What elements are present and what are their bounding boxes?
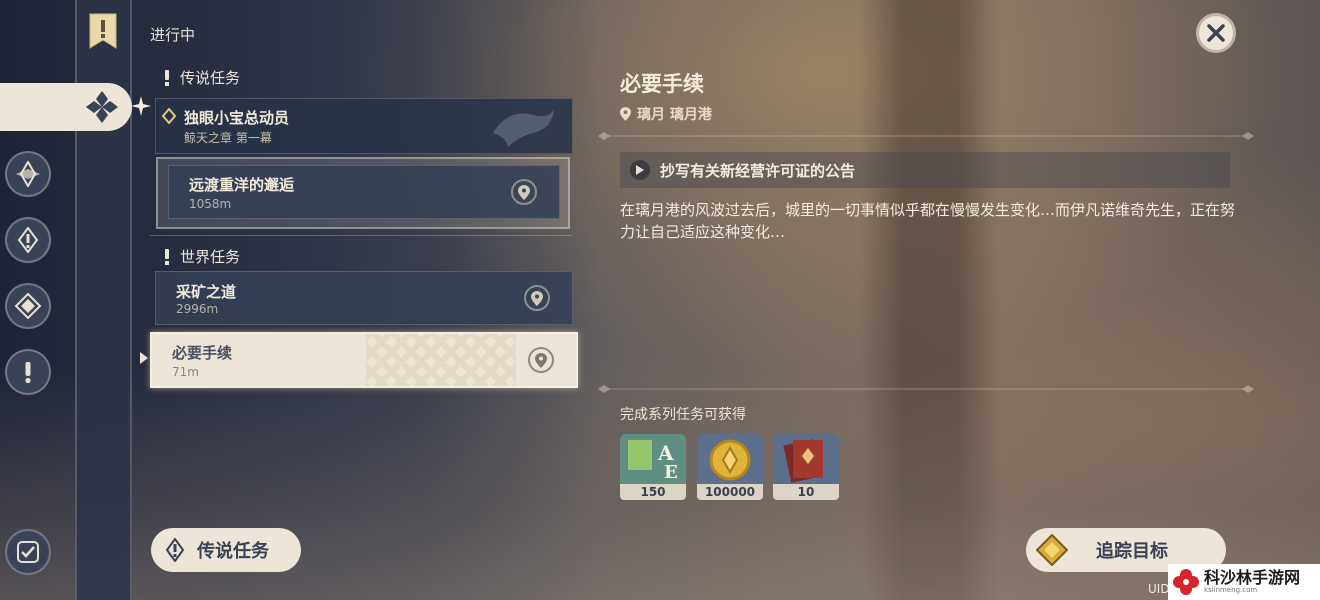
section-divider — [150, 235, 572, 236]
legend-diamond-icon — [162, 108, 176, 124]
adventure-exp-icon: A E — [620, 434, 686, 484]
whale-emblem-icon — [493, 109, 554, 147]
completed-history-icon — [17, 541, 39, 563]
selection-arrow-icon — [140, 352, 148, 364]
story-quest-icon — [17, 227, 39, 253]
world-quest-card-selected[interactable]: 必要手续 71m — [150, 332, 578, 388]
reward-adventure-exp[interactable]: A E 150 — [620, 434, 686, 500]
commission-quest-icon — [15, 293, 41, 319]
tab-all-quests[interactable] — [0, 83, 132, 131]
exclamation-icon — [165, 69, 169, 86]
category-world-label: 世界任务 — [180, 248, 241, 266]
tab-story-quests[interactable] — [5, 217, 51, 263]
world-quest-locate-button[interactable] — [524, 285, 550, 311]
world-quest-distance: 2996m — [176, 302, 219, 316]
selected-quest-locate-button[interactable] — [528, 347, 554, 373]
tab-commission-quests[interactable] — [5, 283, 51, 329]
reward-count: 150 — [620, 484, 686, 500]
reward-count: 100000 — [697, 484, 763, 500]
track-target-label: 追踪目标 — [1096, 541, 1168, 562]
mora-coin-icon — [697, 434, 763, 484]
map-pin-icon — [518, 184, 530, 200]
tab-completed-quests[interactable] — [5, 529, 51, 575]
location-text: 璃月 璃月港 — [637, 107, 712, 123]
objective-text: 抄写有关新经营许可证的公告 — [660, 161, 856, 180]
subquest-card[interactable]: 远渡重洋的邂逅 1058m — [168, 165, 560, 219]
play-icon — [630, 160, 650, 180]
close-button[interactable] — [1196, 13, 1236, 53]
category-world-header: 世界任务 — [162, 246, 240, 267]
watermark-subtext: kslinmeng.com — [1204, 586, 1258, 594]
subquest-distance: 1058m — [189, 197, 232, 211]
quest-description: 在璃月港的风波过去后，城里的一切事情似乎都在慢慢发生变化…而伊凡诺维奇先生，正在… — [620, 201, 1236, 241]
all-quests-icon — [86, 91, 118, 123]
world-quest-card[interactable]: 采矿之道 2996m — [155, 271, 573, 325]
legend-filter-label: 传说任务 — [197, 541, 269, 562]
tab-world-quests[interactable] — [5, 349, 51, 395]
reward-mora[interactable]: 100000 — [697, 434, 763, 500]
world-quest-title: 采矿之道 — [176, 283, 237, 301]
map-pin-icon — [535, 352, 547, 368]
location-pin-icon — [620, 107, 631, 121]
watermark-text: 科沙林手游网 — [1204, 568, 1301, 587]
book-icon — [773, 434, 839, 484]
close-icon — [1207, 24, 1225, 42]
exclamation-icon — [165, 248, 169, 265]
category-legend-header: 传说任务 — [162, 67, 240, 88]
track-diamond-icon — [1036, 534, 1068, 566]
ornament-divider — [598, 385, 1254, 393]
legend-filter-button[interactable]: 传说任务 — [151, 528, 301, 572]
flower-logo-icon — [1173, 569, 1199, 595]
legend-quest-title: 独眼小宝总动员 — [184, 109, 290, 127]
uid-label: UID — [1148, 582, 1170, 596]
legend-quest-card[interactable]: 独眼小宝总动员 鲸天之章 第一幕 — [155, 98, 573, 154]
selected-quest-title: 必要手续 — [172, 344, 233, 362]
selected-quest-distance: 71m — [172, 365, 199, 379]
category-legend-label: 传说任务 — [180, 69, 241, 87]
ornament-divider — [598, 132, 1254, 140]
status-label: 进行中 — [150, 26, 196, 44]
legend-quest-icon — [165, 538, 185, 562]
reward-book[interactable]: 10 — [773, 434, 839, 500]
site-watermark: 科沙林手游网 kslinmeng.com — [1168, 564, 1320, 600]
objective-row: 抄写有关新经营许可证的公告 — [620, 152, 1230, 188]
card-pattern — [366, 334, 516, 386]
detail-location: 璃月 璃月港 — [620, 104, 712, 124]
reward-count: 10 — [773, 484, 839, 500]
quest-book-icon[interactable] — [88, 12, 118, 50]
sparkle-icon — [131, 96, 151, 116]
svg-text:E: E — [664, 462, 678, 483]
subquest-locate-button[interactable] — [511, 179, 537, 205]
tab-archon-quests[interactable] — [5, 151, 51, 197]
legend-quest-chapter: 鲸天之章 第一幕 — [184, 131, 272, 145]
detail-title: 必要手续 — [620, 72, 704, 96]
world-quest-icon — [25, 362, 31, 384]
subquest-title: 远渡重洋的邂逅 — [189, 176, 295, 194]
archon-quest-icon — [16, 161, 40, 187]
rewards-title: 完成系列任务可获得 — [620, 407, 746, 423]
map-pin-icon — [531, 290, 543, 306]
